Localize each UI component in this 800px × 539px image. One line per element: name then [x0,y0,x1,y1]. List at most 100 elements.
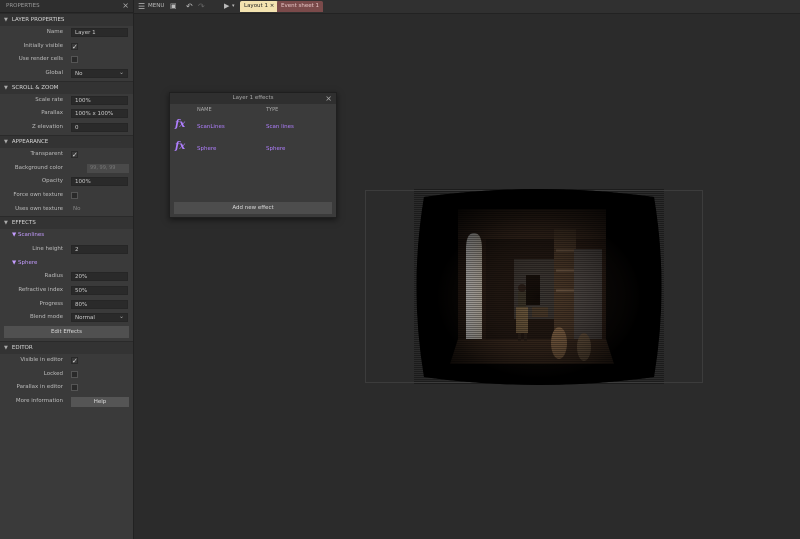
tab-close-icon[interactable]: × [270,3,275,9]
effect-row-scanlines[interactable]: fx ScanLines Scan lines [170,116,336,138]
transparent-checkbox[interactable]: ✓ [71,150,78,158]
prop-label: Refractive index [18,287,63,293]
edit-effects-button[interactable]: Edit Effects [4,326,129,339]
dialog-titlebar[interactable]: Layer 1 effects × [170,93,336,104]
collapse-triangle-icon: ▼ [4,84,8,91]
section-effects[interactable]: ▼ EFFECTS [0,216,133,230]
section-editor[interactable]: ▼ EDITOR [0,341,133,355]
properties-title-text: PROPERTIES [6,3,40,9]
parallax-field[interactable]: 100% x 100% [71,109,128,119]
locked-checkbox[interactable] [71,370,78,378]
force-own-texture-checkbox[interactable] [71,191,78,199]
effect-type: Scan lines [266,124,294,130]
prop-label: Initially visible [23,42,63,49]
dialog-title: Layer 1 effects [232,95,274,101]
collapse-triangle-icon: ▼ [4,17,8,23]
effect-row-sphere[interactable]: fx Sphere Sphere [170,138,336,160]
prop-row-radius: Radius 20% [0,270,133,284]
tab-event-sheet[interactable]: Event sheet 1 [277,1,324,12]
prop-label: Locked [43,370,63,377]
close-icon[interactable]: × [122,0,129,12]
play-icon[interactable]: ▶ [224,0,229,13]
prop-row-z-elevation: Z elevation 0 [0,121,133,135]
section-layer-properties[interactable]: ▼ LAYER PROPERTIES [0,13,133,26]
menu-button[interactable]: MENU [148,0,164,13]
prop-label: Parallax [41,110,63,117]
name-field[interactable]: Layer 1 [71,28,128,37]
prop-row-parallax: Parallax 100% x 100% [0,107,133,121]
prop-label: Use render cells [18,56,63,63]
prop-row-transparent: Transparent ✓ [0,148,133,162]
effects-table-header: NAME TYPE [170,104,336,116]
scanlines-group-label: Scanlines [17,232,45,239]
prop-row-visible-in-editor: Visible in editor ✓ [0,354,133,368]
blend-mode-select[interactable]: Normal [71,312,128,323]
prop-label: More information [15,398,63,405]
section-appearance[interactable]: ▼ APPEARANCE [0,134,133,148]
prop-row-progress: Progress 80% [0,298,133,312]
parallax-in-editor-checkbox[interactable] [71,384,78,392]
prop-label: Transparent [30,150,63,157]
prop-row-use-render-cells: Use render cells [0,53,133,67]
visible-in-editor-checkbox[interactable]: ✓ [71,357,78,365]
line-height-field[interactable]: 2 [71,244,128,254]
main-toolbar: ☰ MENU ▣ ↶ ↷ ▶ ▾ Layout 1 × Event sheet … [134,0,800,14]
effect-group-scanlines[interactable]: ▼ Scanlines [0,229,133,243]
section-label: SCROLL & ZOOM [11,84,59,91]
fx-icon: fx [175,141,186,152]
column-header-type: TYPE [266,107,279,113]
prop-row-opacity: Opacity 100% [0,175,133,189]
close-icon[interactable]: × [325,93,332,104]
column-header-name: NAME [197,107,212,113]
scale-rate-field[interactable]: 100% [71,95,128,105]
save-icon[interactable]: ▣ [170,0,177,13]
section-scroll-zoom[interactable]: ▼ SCROLL & ZOOM [0,80,133,94]
tab-layout[interactable]: Layout 1 × [240,1,279,12]
prop-row-name: Name Layer 1 [0,26,133,40]
fx-icon: fx [175,119,186,130]
collapse-triangle-icon: ▼ [4,138,8,145]
prop-label: Progress [39,300,63,307]
add-new-effect-button[interactable]: Add new effect [174,202,332,214]
uses-own-texture-value: No [73,205,81,212]
prop-row-locked: Locked [0,368,133,382]
prop-label: Name [46,29,63,35]
effect-group-sphere[interactable]: ▼ Sphere [0,257,133,271]
prop-row-line-height: Line height 2 [0,243,133,257]
crt-scene-image[interactable] [414,189,664,385]
progress-field[interactable]: 80% [71,299,128,309]
prop-label: Force own texture [13,191,63,198]
prop-label: Global [45,70,63,77]
sphere-group-label: Sphere [17,259,38,266]
z-elevation-field[interactable]: 0 [71,123,128,133]
prop-label: Z elevation [32,124,63,131]
prop-row-force-own-texture: Force own texture [0,189,133,203]
effect-name: ScanLines [197,124,225,130]
radius-field[interactable]: 20% [71,272,128,282]
undo-icon[interactable]: ↶ [186,0,193,13]
prop-row-initially-visible: Initially visible ✓ [0,40,133,54]
redo-icon[interactable]: ↷ [198,0,205,13]
prop-row-more-info: More information Help [0,395,133,409]
prop-row-background-color: Background color 99, 99, 99 [0,162,133,176]
refractive-index-field[interactable]: 50% [71,286,128,295]
prop-row-parallax-in-editor: Parallax in editor [0,381,133,395]
chevron-down-icon[interactable]: ▾ [232,0,235,13]
collapse-triangle-icon: ▼ [4,220,8,227]
prop-row-uses-own-texture: Uses own texture No [0,203,133,217]
global-select[interactable]: No [71,68,128,79]
initially-visible-checkbox[interactable]: ✓ [71,42,78,50]
hamburger-menu-icon[interactable]: ☰ [138,0,145,13]
help-button[interactable]: Help [71,397,129,408]
prop-label: Visible in editor [20,357,63,364]
opacity-field[interactable]: 100% [71,177,128,187]
background-color-picker[interactable]: 99, 99, 99 [87,163,129,173]
use-render-cells-checkbox[interactable] [71,56,78,64]
prop-row-refractive: Refractive index 50% [0,284,133,298]
effect-group-label: ▼ Sphere [12,259,38,266]
properties-panel: PROPERTIES × ▼ LAYER PROPERTIES Name Layer… [0,0,134,539]
prop-label: Background color [14,164,63,171]
prop-row-blend-mode: Blend mode Normal [0,311,133,325]
prop-label: Blend mode [29,314,63,321]
prop-label: Scale rate [35,96,63,103]
